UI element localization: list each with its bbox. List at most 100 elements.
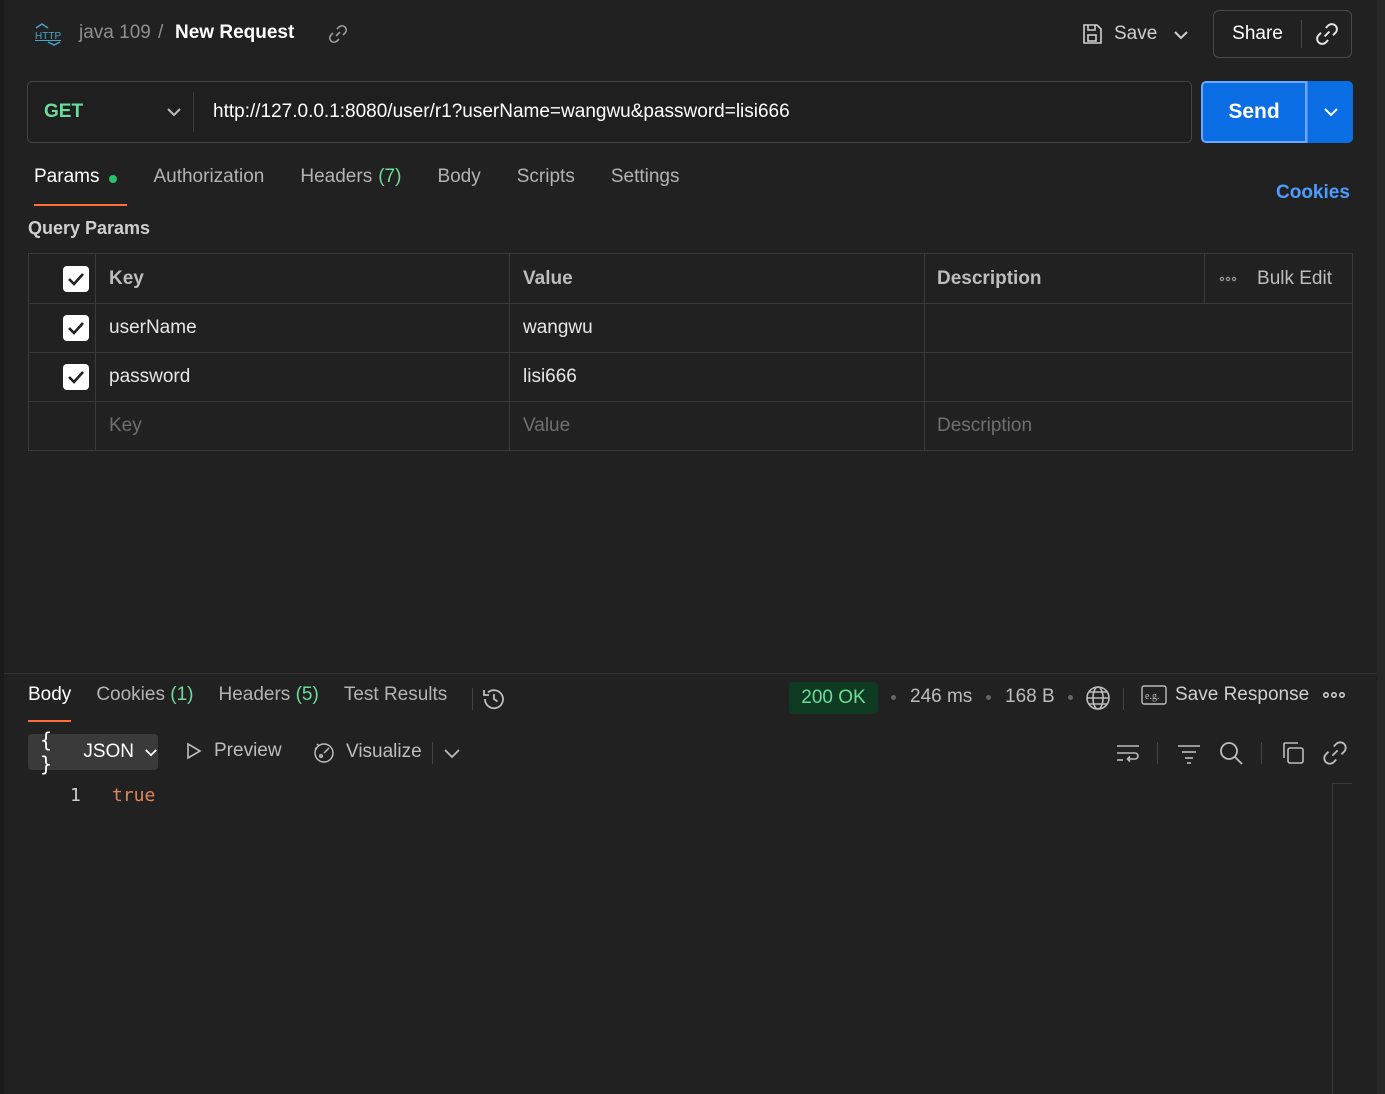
line-number: 1 xyxy=(70,785,81,806)
example-icon: e.g. xyxy=(1141,684,1167,706)
tab-headers[interactable]: Headers (7) xyxy=(300,166,401,206)
search-icon[interactable] xyxy=(1218,740,1244,766)
params-active-dot xyxy=(109,175,118,183)
breadcrumb-collection[interactable]: java 109 xyxy=(79,22,151,44)
request-title[interactable]: New Request xyxy=(175,22,294,44)
share-group: Share xyxy=(1213,10,1352,58)
query-params-title: Query Params xyxy=(28,218,151,238)
response-tab-cookies[interactable]: Cookies (1) xyxy=(96,684,193,722)
history-icon[interactable] xyxy=(481,686,507,712)
tab-body[interactable]: Body xyxy=(437,166,480,206)
param-value-cell[interactable]: lisi666 xyxy=(509,352,925,402)
request-bar: GET http://127.0.0.1:8080/user/r1?userNa… xyxy=(27,81,1192,143)
value-column-header: Value xyxy=(509,253,925,304)
copy-icon[interactable] xyxy=(1280,740,1306,766)
tab-headers-count: (7) xyxy=(378,166,402,187)
save-icon xyxy=(1080,22,1104,46)
share-button[interactable]: Share xyxy=(1214,23,1301,45)
table-row: userName wangwu xyxy=(28,303,1353,353)
description-column-header: Description xyxy=(937,267,1042,289)
response-tab-headers-label: Headers xyxy=(218,684,291,705)
more-options-icon[interactable] xyxy=(1219,276,1237,282)
response-tab-body[interactable]: Body xyxy=(28,684,72,722)
send-options-chevron-down-icon[interactable] xyxy=(1307,81,1353,143)
left-edge xyxy=(0,0,4,1094)
response-tab-cookies-label: Cookies xyxy=(96,684,165,705)
response-tabs: Body Cookies (1) Headers (5) Test Result… xyxy=(28,684,474,722)
tab-params[interactable]: Params xyxy=(34,166,128,206)
method-divider xyxy=(193,92,194,132)
separator-dot xyxy=(1068,695,1073,700)
tab-settings-label: Settings xyxy=(610,166,680,187)
visualize-icon xyxy=(312,740,336,764)
param-description-cell[interactable] xyxy=(924,352,1353,402)
select-all-checkbox[interactable] xyxy=(63,265,89,292)
response-tab-cookies-count: (1) xyxy=(170,684,194,705)
tab-headers-label: Headers xyxy=(300,166,373,187)
tools-divider xyxy=(1157,742,1158,764)
response-tab-headers[interactable]: Headers (5) xyxy=(218,684,318,722)
method-select[interactable]: GET xyxy=(44,82,192,142)
param-value-cell[interactable]: wangwu xyxy=(509,303,925,353)
query-params-table: Key Value Description Bulk Edit userName… xyxy=(28,253,1353,451)
save-response-button[interactable]: e.g. Save Response xyxy=(1141,684,1309,706)
method-label: GET xyxy=(44,101,84,122)
key-column-header: Key xyxy=(95,253,510,304)
play-icon xyxy=(184,741,204,761)
response-time[interactable]: 246 ms xyxy=(910,686,972,708)
url-input[interactable]: http://127.0.0.1:8080/user/r1?userName=w… xyxy=(213,82,790,142)
cookies-link[interactable]: Cookies xyxy=(1276,182,1350,204)
visualize-button[interactable]: Visualize xyxy=(312,740,422,764)
param-key-cell[interactable]: password xyxy=(95,352,510,402)
format-label: JSON xyxy=(83,741,134,762)
response-size[interactable]: 168 B xyxy=(1005,686,1055,708)
new-value-input[interactable]: Value xyxy=(509,401,925,451)
globe-icon[interactable] xyxy=(1085,685,1111,711)
send-button[interactable]: Send xyxy=(1201,81,1307,143)
save-button[interactable]: Save xyxy=(1074,14,1163,54)
table-header-row: Key Value Description Bulk Edit xyxy=(28,253,1353,304)
format-select[interactable]: { } JSON xyxy=(28,728,158,776)
link-icon[interactable] xyxy=(328,24,348,44)
code-scrollbar-track[interactable] xyxy=(1332,783,1352,1094)
response-tab-headers-count: (5) xyxy=(295,684,319,705)
save-options-chevron-down-icon[interactable] xyxy=(1168,22,1194,48)
new-key-input[interactable]: Key xyxy=(95,401,510,451)
link-icon[interactable] xyxy=(1322,740,1348,766)
svg-text:HTTP: HTTP xyxy=(35,31,61,42)
response-body-line[interactable]: true xyxy=(112,785,155,806)
right-scrollbar[interactable] xyxy=(1377,0,1385,1094)
chevron-down-icon xyxy=(166,107,182,117)
response-tab-test-results[interactable]: Test Results xyxy=(344,684,447,722)
new-description-input[interactable]: Description xyxy=(924,401,1353,451)
separator-dot xyxy=(986,695,991,700)
preview-label: Preview xyxy=(214,740,282,761)
tab-scripts[interactable]: Scripts xyxy=(517,166,575,206)
tab-authorization[interactable]: Authorization xyxy=(153,166,264,206)
param-description-cell[interactable] xyxy=(924,303,1353,353)
toolbar-divider xyxy=(1123,688,1124,710)
svg-text:e.g.: e.g. xyxy=(1145,691,1159,702)
tools-divider xyxy=(1261,742,1262,764)
breadcrumb-separator: / xyxy=(158,22,164,43)
save-response-label: Save Response xyxy=(1175,684,1310,705)
tabs-divider xyxy=(472,688,474,710)
preview-button[interactable]: Preview xyxy=(184,740,282,762)
bulk-edit-button[interactable]: Bulk Edit xyxy=(1257,268,1332,290)
visualize-options-chevron-down-icon[interactable] xyxy=(442,740,468,766)
param-key-cell[interactable]: userName xyxy=(95,303,510,353)
wrap-lines-icon[interactable] xyxy=(1115,740,1141,766)
request-tabs: Params Authorization Headers (7) Body Sc… xyxy=(34,166,715,206)
tab-settings[interactable]: Settings xyxy=(611,166,680,206)
row-checkbox[interactable] xyxy=(63,364,89,390)
separator-dot xyxy=(891,695,896,700)
http-icon: HTTP xyxy=(34,22,62,46)
chevron-down-icon xyxy=(144,748,158,757)
filter-icon[interactable] xyxy=(1176,740,1202,766)
row-checkbox[interactable] xyxy=(63,315,89,341)
response-more-icon[interactable] xyxy=(1322,690,1346,700)
tab-body-label: Body xyxy=(437,166,481,187)
copy-link-icon[interactable] xyxy=(1302,22,1351,46)
status-badge[interactable]: 200 OK xyxy=(789,682,878,714)
pane-splitter[interactable] xyxy=(4,673,1377,674)
